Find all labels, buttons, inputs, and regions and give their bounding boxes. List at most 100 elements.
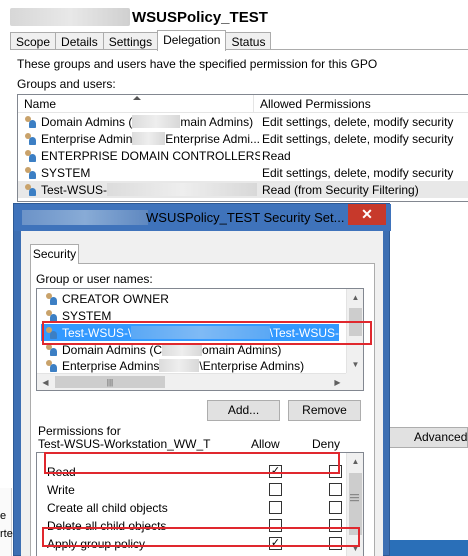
user-name-suffix: \Test-WSUS- — [269, 325, 339, 340]
tab-details[interactable]: Details — [55, 32, 104, 50]
row-permission: Read — [262, 148, 291, 163]
scroll-right-icon[interactable]: ▶ — [329, 374, 346, 390]
user-name-suffix: \Enterprise Admins) — [199, 358, 305, 373]
scroll-up-icon[interactable]: ▲ — [347, 289, 363, 306]
allow-checkbox[interactable]: ✓ — [269, 465, 282, 478]
user-name: Enterprise Admins — [62, 358, 160, 373]
permission-name: Create all child objects — [47, 501, 168, 515]
scroll-down-icon[interactable]: ▼ — [347, 356, 363, 373]
user-name: SYSTEM — [62, 308, 112, 323]
scroll-thumb[interactable]: ||| — [55, 376, 165, 388]
list-header: Name Allowed Permissions — [18, 95, 468, 113]
permission-name: Read — [47, 465, 76, 479]
tab-delegation[interactable]: Delegation — [157, 30, 227, 51]
allow-checkbox[interactable] — [269, 501, 282, 514]
tab-security[interactable]: Security — [30, 244, 79, 264]
dialog-title-bar[interactable]: WSUSPolicy_TEST Security Set... ✕ — [14, 204, 391, 231]
user-group-icon — [45, 359, 59, 373]
list-item[interactable]: CREATOR OWNER — [45, 290, 169, 307]
redacted-text — [107, 183, 257, 196]
user-group-icon — [24, 115, 38, 129]
row-name-suffix: main Admins) — [180, 114, 254, 129]
vertical-scrollbar[interactable]: ▲ — — — ▼ — [346, 453, 363, 556]
dialog-body: Security Group or user names: CREATOR OW… — [21, 231, 383, 556]
permissions-list[interactable]: Read ✓ Write Create all child objects De… — [36, 452, 364, 556]
permission-row: Write — [37, 481, 347, 499]
list-item[interactable]: SYSTEM — [45, 307, 111, 324]
tab-settings[interactable]: Settings — [102, 32, 159, 50]
row-permission: Edit settings, delete, modify security — [262, 114, 454, 129]
gpo-tabs: Scope Details Settings Delegation Status — [10, 30, 272, 51]
allow-column-header: Allow — [251, 437, 280, 451]
allow-checkbox[interactable] — [269, 519, 282, 532]
permission-row: Delete all child objects — [37, 517, 347, 535]
row-permission: Read (from Security Filtering) — [262, 182, 419, 197]
groups-users-label: Groups and users: — [17, 77, 116, 91]
horizontal-scrollbar[interactable]: ◀ ||| ▶ — [37, 373, 363, 390]
deny-checkbox[interactable] — [329, 501, 342, 514]
user-name: Domain Admins (C — [62, 342, 163, 357]
user-group-icon — [45, 309, 59, 323]
deny-checkbox[interactable] — [329, 537, 342, 550]
sort-arrow-icon — [133, 96, 141, 100]
close-button[interactable]: ✕ — [348, 204, 386, 225]
permission-row: Read ✓ — [37, 463, 347, 481]
permission-row: Create all child objects — [37, 499, 347, 517]
list-item-selected[interactable]: Test-WSUS-\ \Test-WSUS- — [41, 324, 339, 341]
deny-checkbox[interactable] — [329, 519, 342, 532]
user-group-icon — [24, 166, 38, 180]
row-name: ENTERPRISE DOMAIN CONTROLLERS — [41, 148, 260, 163]
delegation-list[interactable]: Name Allowed Permissions Domain Admins (… — [17, 94, 468, 202]
user-group-icon — [24, 183, 38, 197]
redacted-text — [131, 326, 270, 339]
permissions-for-label: Permissions for Test-WSUS-Workstation_WW… — [38, 425, 210, 451]
row-permission: Edit settings, delete, modify security — [262, 165, 454, 180]
remove-button[interactable]: Remove — [288, 400, 361, 421]
user-group-icon — [45, 292, 59, 306]
close-icon: ✕ — [361, 206, 373, 222]
permission-name: Delete all child objects — [47, 519, 167, 533]
scroll-up-icon[interactable]: ▲ — [347, 453, 364, 470]
row-name: SYSTEM — [41, 165, 91, 180]
column-header-permissions[interactable]: Allowed Permissions — [254, 95, 371, 112]
gpo-title-text: WSUSPolicy_TEST — [132, 8, 268, 26]
list-item[interactable]: Enterprise Admins \Enterprise Admins) — [45, 357, 304, 374]
table-row[interactable]: SYSTEM Edit settings, delete, modify sec… — [18, 164, 468, 181]
scroll-thumb[interactable] — [349, 308, 362, 336]
row-name-suffix: Enterprise Admi... — [165, 131, 260, 146]
scrollbar-corner — [346, 373, 363, 390]
scroll-grip-icon: — — — — [350, 489, 359, 505]
group-names-label: Group or user names: — [36, 272, 153, 286]
deny-checkbox[interactable] — [329, 483, 342, 496]
deny-checkbox[interactable] — [329, 465, 342, 478]
table-row[interactable]: Enterprise Admin Enterprise Admi... Edit … — [18, 130, 468, 147]
edge-text: rte — [0, 528, 13, 540]
gpo-title: WSUSPolicy_TEST — [10, 7, 268, 27]
tab-status[interactable]: Status — [225, 32, 272, 50]
deny-column-header: Deny — [312, 437, 341, 451]
group-user-list[interactable]: CREATOR OWNER SYSTEM Test-WSUS-\ \Test-WS… — [36, 288, 364, 391]
user-name: CREATOR OWNER — [62, 291, 169, 306]
row-name: Enterprise Admin — [41, 131, 133, 146]
user-group-icon — [45, 343, 59, 357]
advanced-button[interactable]: Advanced... — [389, 427, 468, 448]
table-row-selected[interactable]: Test-WSUS- Read (from Security Filtering… — [18, 181, 468, 198]
security-dialog: WSUSPolicy_TEST Security Set... ✕ Securi… — [13, 203, 391, 556]
user-name: Test-WSUS-\ — [62, 325, 132, 340]
allow-checkbox[interactable] — [269, 483, 282, 496]
table-row[interactable]: ENTERPRISE DOMAIN CONTROLLERS Read — [18, 147, 468, 164]
table-row[interactable]: Domain Admins ( main Admins) Edit setting… — [18, 113, 468, 130]
user-group-icon — [45, 326, 59, 340]
permission-name: Write — [47, 483, 75, 497]
list-item[interactable]: Domain Admins (C omain Admins) — [45, 341, 281, 358]
permissions-for-principal: Test-WSUS-Workstation_WW_T — [38, 437, 211, 451]
row-name: Domain Admins ( — [41, 114, 133, 129]
tab-scope[interactable]: Scope — [10, 32, 57, 50]
scroll-left-icon[interactable]: ◀ — [37, 374, 54, 390]
vertical-scrollbar[interactable]: ▲ ▼ — [346, 289, 363, 373]
add-button[interactable]: Add... — [207, 400, 280, 421]
scroll-down-icon[interactable]: ▼ — [347, 540, 364, 556]
permission-row: Apply group policy ✓ — [37, 535, 347, 553]
redacted-domain — [22, 210, 148, 225]
allow-checkbox[interactable]: ✓ — [269, 537, 282, 550]
